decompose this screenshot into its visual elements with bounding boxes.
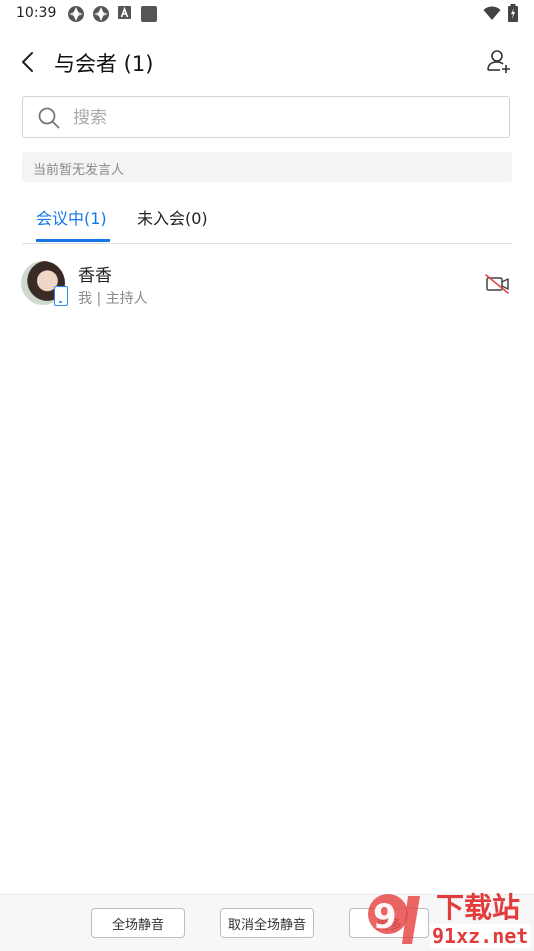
tab-in-meeting[interactable]: 会议中(1) <box>36 205 107 229</box>
phone-icon <box>54 286 68 306</box>
status-time: 10:39 <box>16 5 57 21</box>
svg-text:9: 9 <box>373 897 397 937</box>
tab-not-joined[interactable]: 未入会(0) <box>137 205 208 229</box>
search-input[interactable] <box>71 103 495 133</box>
mute-all-button[interactable]: 全场静音 <box>91 908 185 938</box>
header: 与会者 (1) <box>0 38 534 86</box>
status-bar: 10:39 <box>0 0 534 28</box>
participant-row[interactable]: 香香 我 | 主持人 <box>0 255 534 315</box>
speaker-notice-text: 当前暂无发言人 <box>33 163 125 178</box>
site-watermark: 9 下载站 91xz.net <box>360 886 534 950</box>
wifi-icon <box>483 6 501 20</box>
participant-name: 香香 <box>78 266 112 286</box>
tab-active-indicator <box>36 239 110 242</box>
tab-bar: 会议中(1) 未入会(0) <box>22 196 512 244</box>
square-notification-icon <box>141 6 157 22</box>
app-notification-icon <box>93 6 109 22</box>
battery-charging-icon <box>508 4 518 22</box>
speaker-notice: 当前暂无发言人 <box>22 152 512 182</box>
add-participant-icon[interactable] <box>484 47 514 77</box>
search-box[interactable] <box>22 96 510 138</box>
app-notification-icon <box>68 6 84 22</box>
back-arrow-icon[interactable] <box>14 48 42 76</box>
watermark-text-bottom: 91xz.net <box>430 924 531 948</box>
unmute-all-button[interactable]: 取消全场静音 <box>220 908 314 938</box>
a-notification-icon <box>118 6 131 19</box>
page-title: 与会者 (1) <box>54 52 154 76</box>
search-icon <box>38 107 60 129</box>
camera-off-icon[interactable] <box>485 274 511 294</box>
participant-role: 我 | 主持人 <box>78 291 148 307</box>
watermark-text-top: 下载站 <box>436 891 521 924</box>
